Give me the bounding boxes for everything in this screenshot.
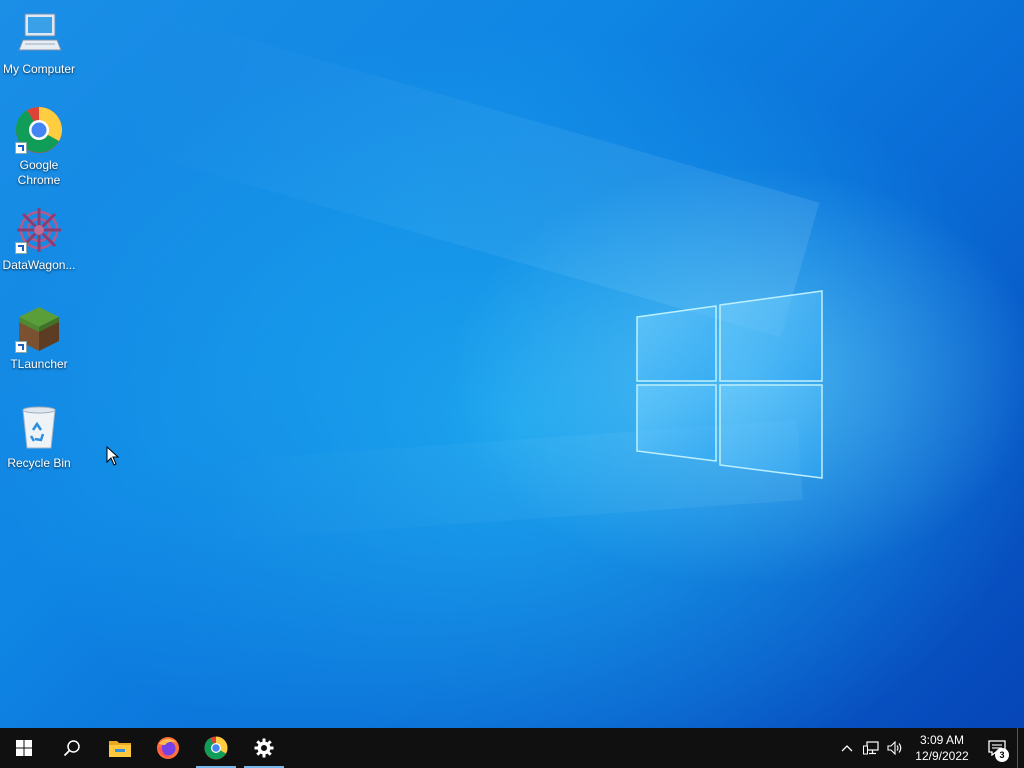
volume-icon — [887, 741, 902, 755]
desktop-icon-datawagon[interactable]: DataWagon... — [0, 206, 78, 273]
computer-icon — [15, 10, 63, 58]
desktop-icon-google-chrome[interactable]: Google Chrome — [0, 106, 78, 188]
taskbar-file-explorer-button[interactable] — [96, 728, 144, 768]
taskbar-settings-button[interactable] — [240, 728, 288, 768]
desktop-icon-label: My Computer — [2, 62, 76, 76]
minecraft-grass-block-icon — [15, 305, 63, 353]
network-icon — [863, 741, 879, 755]
desktop-icon-label: Recycle Bin — [7, 456, 71, 470]
shortcut-arrow-icon — [15, 341, 27, 353]
recycle-bin-icon — [15, 404, 63, 452]
windows-logo-wallpaper — [636, 290, 823, 479]
show-hidden-icons-button[interactable] — [835, 728, 859, 768]
chevron-up-icon — [841, 745, 853, 752]
folder-icon — [109, 741, 131, 757]
desktop-icon-my-computer[interactable]: My Computer — [0, 10, 78, 77]
search-icon — [63, 740, 80, 757]
chrome-icon — [204, 736, 228, 760]
desktop-icon-label: Google Chrome — [17, 158, 61, 187]
shortcut-arrow-icon — [15, 242, 27, 254]
clock-date: 12/9/2022 — [915, 749, 969, 763]
desktop-icon-tlauncher[interactable]: TLauncher — [0, 305, 78, 372]
datawagon-icon — [15, 206, 63, 254]
firefox-icon — [157, 737, 179, 759]
windows-start-icon — [16, 740, 32, 756]
taskbar-chrome-button[interactable] — [192, 728, 240, 768]
taskbar: 3:09 AM 12/9/2022 3 — [0, 728, 1024, 768]
taskbar-clock[interactable]: 3:09 AM 12/9/2022 — [907, 732, 977, 764]
start-button[interactable] — [0, 728, 48, 768]
action-center-button[interactable]: 3 — [977, 728, 1017, 768]
shortcut-arrow-icon — [15, 142, 27, 154]
desktop-icon-recycle-bin[interactable]: Recycle Bin — [0, 404, 78, 471]
clock-time: 3:09 AM — [919, 733, 965, 747]
desktop[interactable]: My Computer Google Chrome DataWagon... T… — [0, 0, 1024, 728]
gear-icon — [254, 738, 274, 758]
volume-button[interactable] — [883, 728, 907, 768]
notification-count-badge: 3 — [995, 748, 1009, 762]
show-desktop-button[interactable] — [1017, 728, 1024, 768]
mouse-cursor-icon — [106, 446, 120, 466]
search-button[interactable] — [48, 728, 96, 768]
network-button[interactable] — [859, 728, 883, 768]
desktop-icon-label: DataWagon... — [2, 258, 76, 272]
chrome-icon — [15, 106, 63, 154]
taskbar-firefox-button[interactable] — [144, 728, 192, 768]
desktop-icon-label: TLauncher — [10, 357, 68, 371]
system-tray: 3:09 AM 12/9/2022 3 — [835, 728, 1024, 768]
